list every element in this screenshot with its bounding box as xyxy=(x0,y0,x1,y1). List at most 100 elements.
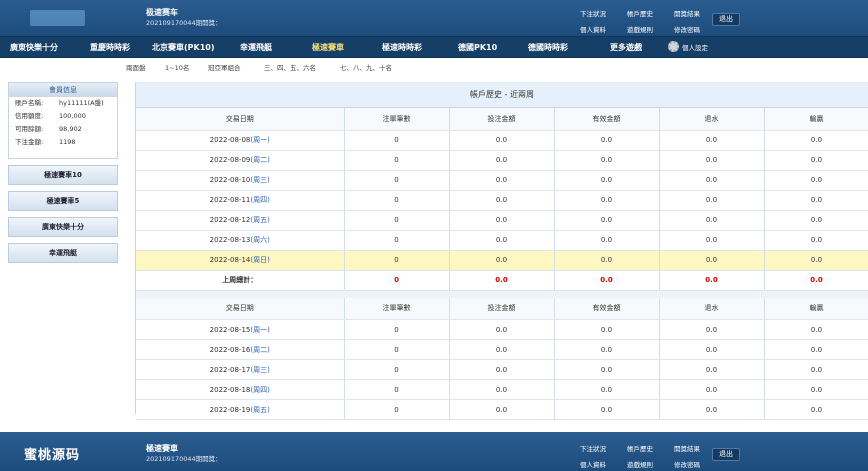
win-cell: 0.0 xyxy=(764,319,868,340)
nav-item-gd-happy10[interactable]: 廣東快樂十分 xyxy=(10,42,58,53)
table-row: 2022-08-08(周一) 0 0.0 0.0 0.0 0.0 xyxy=(136,130,868,151)
nav-item-de-pk10[interactable]: 德國PK10 xyxy=(458,42,497,53)
member-info-panel: 會員信息 賬戶名稱: hy11111(A盤) 信用額度: 100,000 可用餘額:… xyxy=(8,82,118,159)
rebate-cell: 0.0 xyxy=(659,339,765,360)
rebate-cell: 0.0 xyxy=(659,359,765,380)
table-row: 2022-08-14(周日) 0 0.0 0.0 0.0 0.0 xyxy=(136,250,868,271)
rebate-cell: 0.0 xyxy=(659,319,765,340)
date-cell: 2022-08-13(周六) xyxy=(136,230,345,251)
table-row: 2022-08-15(周一) 0 0.0 0.0 0.0 0.0 xyxy=(136,319,868,340)
rebate-cell: 0.0 xyxy=(659,130,765,151)
sidebar-button-lucky-boat[interactable]: 幸運飛艇 xyxy=(8,243,118,263)
valid-cell: 0.0 xyxy=(554,130,660,151)
bet-cell: 0.0 xyxy=(449,210,555,231)
count-cell: 0 xyxy=(344,399,450,420)
col-bet: 投注金額 xyxy=(449,108,555,131)
tab-two-sides[interactable]: 兩面盤 xyxy=(126,62,146,72)
tab-rank-3-6[interactable]: 三、四、五、六名 xyxy=(264,62,316,72)
footer-link-change-password[interactable]: 修改密碼 xyxy=(674,459,700,469)
col-date: 交易日期 xyxy=(136,108,345,131)
count-cell: 0 xyxy=(344,190,450,211)
tab-champion-combo[interactable]: 冠亞軍組合 xyxy=(208,62,241,72)
weekday: (周三) xyxy=(250,365,270,374)
rebate-cell: 0.0 xyxy=(659,379,765,400)
valid-cell: 0.0 xyxy=(554,150,660,171)
nav-item-more-games[interactable]: 更多遊戲 xyxy=(610,42,642,53)
member-field: 賬戶名稱: hy11111(A盤) xyxy=(15,99,104,107)
date-cell: 2022-08-10(周三) xyxy=(136,170,345,191)
table-row: 2022-08-18(周四) 0 0.0 0.0 0.0 0.0 xyxy=(136,379,868,400)
bet-cell: 0.0 xyxy=(449,379,555,400)
bet-cell: 0.0 xyxy=(449,190,555,211)
win-cell: 0.0 xyxy=(764,399,868,420)
nav-item-cq-ssc[interactable]: 重慶時時彩 xyxy=(90,42,130,53)
table-header-row: 交易日期 注單筆數 投注金額 有效金額 退水 輸贏 xyxy=(136,108,868,131)
col-rebate: 退水 xyxy=(659,297,765,320)
date-cell: 2022-08-11(周四) xyxy=(136,190,345,211)
sidebar: 會員信息 賬戶名稱: hy11111(A盤) 信用額度: 100,000 可用餘額:… xyxy=(8,82,118,263)
nav-item-speed-ssc[interactable]: 極速時時彩 xyxy=(382,42,422,53)
sidebar-button-speed-racing-10[interactable]: 極速賽車10 xyxy=(8,165,118,185)
count-cell: 0 xyxy=(344,359,450,380)
link-bet-status[interactable]: 下注狀況 xyxy=(580,8,606,18)
col-count: 注單筆數 xyxy=(344,108,450,131)
win-cell: 0.0 xyxy=(764,230,868,251)
weekday: (周四) xyxy=(250,196,270,204)
total-rebate: 0.0 xyxy=(659,270,765,291)
link-account-history[interactable]: 帳戶歷史 xyxy=(627,8,653,18)
footer-link-profile[interactable]: 個人資料 xyxy=(580,459,606,469)
footer-link-account-history[interactable]: 帳戶歷史 xyxy=(627,443,653,453)
footer-link-rules[interactable]: 遊戲規則 xyxy=(627,459,653,469)
nav-item-lucky-boat[interactable]: 幸運飛艇 xyxy=(240,42,272,53)
footer-logout-button[interactable]: 退出 xyxy=(712,448,740,461)
count-cell: 0 xyxy=(344,319,450,340)
link-results[interactable]: 開獎結果 xyxy=(674,8,700,18)
game-info: 极速赛车 20210917004​4期開獎： xyxy=(146,8,222,28)
footer: 蜜桃源码 極速賽車 20210917004​4期開獎： 下注狀況 帳戶歷史 開獎… xyxy=(0,432,868,471)
bet-cell: 0.0 xyxy=(449,359,555,380)
logo xyxy=(30,10,85,26)
count-cell: 0 xyxy=(344,379,450,400)
col-valid: 有效金額 xyxy=(554,108,660,131)
link-profile[interactable]: 個人資料 xyxy=(580,24,606,34)
week-total-row: 上周總計： 0 0.0 0.0 0.0 0.0 xyxy=(136,270,868,291)
count-cell: 0 xyxy=(344,250,450,271)
tab-rank-1-10[interactable]: 1~10名 xyxy=(165,62,189,72)
count-cell: 0 xyxy=(344,170,450,191)
table-row: 2022-08-11(周四) 0 0.0 0.0 0.0 0.0 xyxy=(136,190,868,211)
nav-item-bj-pk10[interactable]: 北京賽車(PK10) xyxy=(152,42,215,53)
settings-label: 個人設定 xyxy=(682,44,708,52)
rebate-cell: 0.0 xyxy=(659,210,765,231)
count-cell: 0 xyxy=(344,339,450,360)
sidebar-button-gd-happy10[interactable]: 廣東快樂十分 xyxy=(8,217,118,237)
footer-current-game: 極速賽車 xyxy=(146,444,178,453)
logout-button[interactable]: 退出 xyxy=(712,13,740,26)
date-cell: 2022-08-15(周一) xyxy=(136,319,345,340)
weekday: (周四) xyxy=(250,385,270,394)
win-cell: 0.0 xyxy=(764,339,868,360)
weekday: (周一) xyxy=(250,136,270,144)
page-title: 帳戶歷史 - 近兩周 xyxy=(136,82,868,108)
footer-link-results[interactable]: 開獎結果 xyxy=(674,443,700,453)
rebate-cell: 0.0 xyxy=(659,230,765,251)
sidebar-button-speed-racing-5[interactable]: 極速賽車5 xyxy=(8,191,118,211)
rebate-cell: 0.0 xyxy=(659,170,765,191)
member-field: 下注金額: 1198 xyxy=(15,138,76,146)
play-type-tabs: 兩面盤 1~10名 冠亞軍組合 三、四、五、六名 七、八、九、十名 xyxy=(120,60,868,74)
settings-link[interactable]: 個人設定 xyxy=(668,41,708,52)
date-cell: 2022-08-08(周一) xyxy=(136,130,345,151)
link-rules[interactable]: 遊戲規則 xyxy=(627,24,653,34)
nav-item-de-ssc[interactable]: 德國時時彩 xyxy=(528,42,568,53)
rebate-cell: 0.0 xyxy=(659,150,765,171)
valid-cell: 0.0 xyxy=(554,339,660,360)
nav-item-speed-racing[interactable]: 極速賽車 xyxy=(312,42,344,53)
footer-game-info: 極速賽車 20210917004​4期開獎： xyxy=(146,444,222,464)
total-valid: 0.0 xyxy=(554,270,660,291)
win-cell: 0.0 xyxy=(764,250,868,271)
link-change-password[interactable]: 修改密碼 xyxy=(674,24,700,34)
date-cell: 2022-08-17(周三) xyxy=(136,359,345,380)
bet-cell: 0.0 xyxy=(449,170,555,191)
table-row: 2022-08-13(周六) 0 0.0 0.0 0.0 0.0 xyxy=(136,230,868,251)
tab-rank-7-10[interactable]: 七、八、九、十名 xyxy=(340,62,392,72)
footer-link-bet-status[interactable]: 下注狀況 xyxy=(580,443,606,453)
